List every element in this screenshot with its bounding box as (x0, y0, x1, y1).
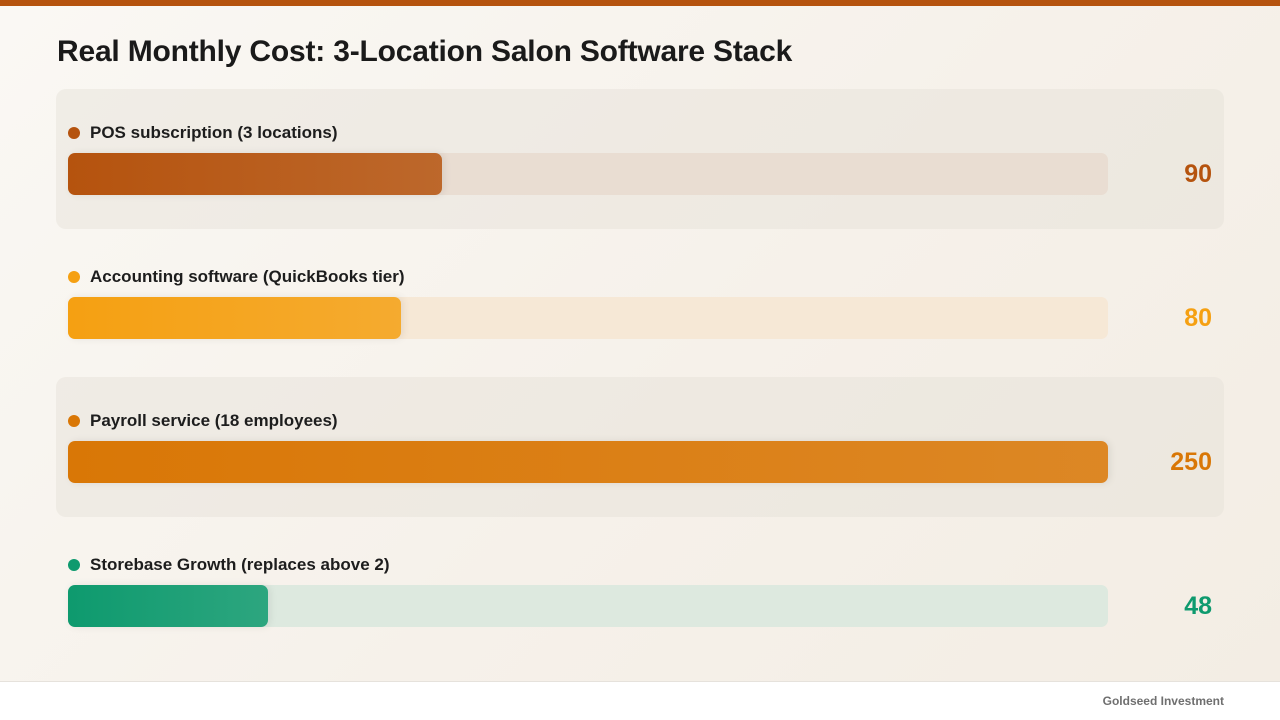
chart-canvas: Real Monthly Cost: 3-Location Salon Soft… (0, 0, 1280, 681)
bar-track (68, 153, 1108, 195)
bar-row: Accounting software (QuickBooks tier) 80 (56, 233, 1224, 373)
category-label: Accounting software (QuickBooks tier) (90, 267, 405, 286)
bar-value: 80 (1184, 304, 1212, 332)
bar-fill (68, 297, 401, 339)
legend-dot-icon (68, 559, 80, 571)
legend-dot-icon (68, 415, 80, 427)
bar-row: Payroll service (18 employees) 250 (56, 377, 1224, 517)
bar-value: 48 (1184, 592, 1212, 620)
legend-dot-icon (68, 127, 80, 139)
legend-dot-icon (68, 271, 80, 283)
bar-row: Storebase Growth (replaces above 2) 48 (56, 521, 1224, 661)
top-accent-bar (0, 0, 1280, 6)
bar-label: Payroll service (18 employees) (68, 410, 338, 432)
category-label: Payroll service (18 employees) (90, 411, 338, 430)
bar-rows: POS subscription (3 locations) 90 Accounti… (56, 89, 1224, 665)
bar-track (68, 297, 1108, 339)
bar-fill (68, 441, 1108, 483)
bar-fill (68, 153, 443, 195)
bar-row: POS subscription (3 locations) 90 (56, 89, 1224, 229)
footer: Goldseed Investment (0, 681, 1280, 720)
brand-label: Goldseed Investment (1102, 694, 1224, 708)
category-label: Storebase Growth (replaces above 2) (90, 555, 390, 574)
bar-label: Accounting software (QuickBooks tier) (68, 266, 405, 288)
bar-label: POS subscription (3 locations) (68, 122, 337, 144)
bar-label: Storebase Growth (replaces above 2) (68, 554, 390, 576)
bar-track (68, 441, 1108, 483)
chart-title: Real Monthly Cost: 3-Location Salon Soft… (57, 35, 793, 68)
bar-value: 250 (1170, 448, 1212, 476)
bar-fill (68, 585, 268, 627)
category-label: POS subscription (3 locations) (90, 123, 338, 142)
bar-value: 90 (1184, 160, 1212, 188)
bar-track (68, 585, 1108, 627)
